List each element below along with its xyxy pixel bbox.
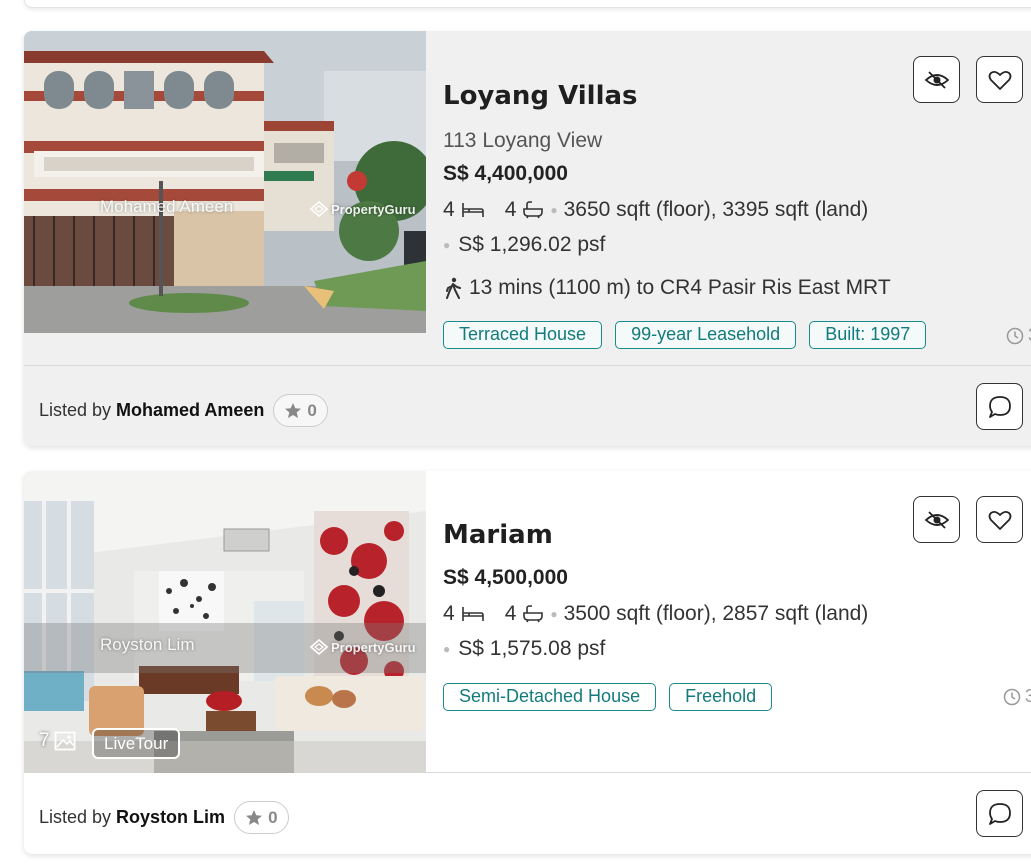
listing-price: S$ 4,400,000 <box>443 162 568 185</box>
listing-area: 3500 sqft (floor), 2857 sqft (land) <box>563 602 869 625</box>
propertyguru-logo-icon <box>310 201 328 217</box>
separator-dot: ● <box>550 203 558 217</box>
bedroom-count: 4 <box>443 198 455 221</box>
chat-button[interactable] <box>976 790 1023 837</box>
listing-agent: Listed by Royston Lim 0 <box>39 801 289 834</box>
propertyguru-logo-icon <box>310 639 328 655</box>
listing-agent: Listed by Mohamed Ameen 0 <box>39 394 328 427</box>
chat-bubble-icon <box>988 395 1011 418</box>
livetour-badge[interactable]: LiveTour <box>92 728 181 759</box>
listing-area: 3650 sqft (floor), 3395 sqft (land) <box>563 198 869 221</box>
hide-listing-button[interactable] <box>913 496 960 543</box>
favorite-button[interactable] <box>976 496 1023 543</box>
listing-photo[interactable]: Mohamed Ameen PropertyGuru <box>24 31 426 333</box>
listing-photo[interactable]: Royston Lim PropertyGuru 7 LiveTour <box>24 471 426 773</box>
listing-specs: 4 4 ● 3650 sqft (floor), 3395 sqft (land… <box>443 198 868 222</box>
photo-watermark-brand: PropertyGuru <box>310 639 416 655</box>
tag-tenure: Freehold <box>669 683 773 711</box>
image-icon <box>54 731 75 751</box>
agent-rating: 0 <box>234 801 289 834</box>
listing-psf: ● S$ 1,575.08 psf <box>443 637 605 661</box>
listing-card[interactable]: Mohamed Ameen PropertyGuru Loyang Villas… <box>24 31 1031 446</box>
agent-rating: 0 <box>273 394 328 427</box>
tag-built-year: Built: 1997 <box>809 321 927 349</box>
price-per-sqft: S$ 1,296.02 psf <box>458 233 606 256</box>
agent-name[interactable]: Royston Lim <box>116 807 225 828</box>
heart-icon <box>988 510 1011 530</box>
star-icon <box>285 403 302 418</box>
posted-time: 3h <box>1006 325 1031 346</box>
bathroom-count: 4 <box>504 198 517 221</box>
price-per-sqft: S$ 1,575.08 psf <box>458 637 606 660</box>
listing-main: Royston Lim PropertyGuru 7 LiveTour Mari… <box>24 471 1031 773</box>
photo-watermark-agent: Royston Lim <box>100 635 195 654</box>
tag-tenure: 99-year Leasehold <box>615 321 797 349</box>
photo-watermark-brand: PropertyGuru <box>310 201 416 217</box>
listing-specs: 4 4 ● 3500 sqft (floor), 2857 sqft (land… <box>443 602 868 626</box>
bedroom-count: 4 <box>443 602 455 625</box>
star-icon <box>246 810 263 825</box>
clock-icon <box>1003 688 1021 705</box>
listing-address: 113 Loyang View <box>443 129 603 152</box>
eye-slash-icon <box>924 510 949 529</box>
listing-tags: Semi-Detached House Freehold <box>443 683 773 711</box>
heart-icon <box>988 70 1011 90</box>
listing-footer: Listed by Royston Lim 0 <box>24 773 1031 853</box>
walking-person-icon <box>446 277 461 299</box>
photo-count[interactable]: 7 <box>39 730 76 752</box>
listed-by-label: Listed by <box>39 807 112 827</box>
bed-icon <box>461 203 484 217</box>
listing-psf: ● S$ 1,296.02 psf <box>443 233 605 257</box>
listing-main: Mohamed Ameen PropertyGuru Loyang Villas… <box>24 31 1031 366</box>
favorite-button[interactable] <box>976 56 1023 103</box>
listing-title[interactable]: Mariam <box>443 520 553 550</box>
separator-dot: ● <box>550 607 558 621</box>
listing-price: S$ 4,500,000 <box>443 566 568 589</box>
listing-card[interactable]: Royston Lim PropertyGuru 7 LiveTour Mari… <box>24 471 1031 854</box>
chat-bubble-icon <box>988 802 1011 825</box>
chat-button[interactable] <box>976 383 1023 430</box>
listing-results: Mohamed Ameen PropertyGuru Loyang Villas… <box>0 0 1031 866</box>
tag-property-type: Semi-Detached House <box>443 683 657 711</box>
agent-name[interactable]: Mohamed Ameen <box>116 400 264 421</box>
bathtub-icon <box>523 605 544 623</box>
bed-icon <box>461 607 484 621</box>
bathtub-icon <box>523 201 544 219</box>
hide-listing-button[interactable] <box>913 56 960 103</box>
tag-property-type: Terraced House <box>443 321 603 349</box>
mrt-distance: 13 mins (1100 m) to CR4 Pasir Ris East M… <box>469 276 891 299</box>
listed-by-label: Listed by <box>39 400 112 420</box>
separator-dot: ● <box>443 642 451 656</box>
bathroom-count: 4 <box>504 602 517 625</box>
eye-slash-icon <box>924 70 949 89</box>
listing-mrt: 13 mins (1100 m) to CR4 Pasir Ris East M… <box>443 276 891 300</box>
listing-tags: Terraced House 99-year Leasehold Built: … <box>443 321 927 349</box>
previous-listing-card <box>24 0 1031 8</box>
clock-icon <box>1006 327 1024 344</box>
posted-time: 3w <box>1003 686 1031 707</box>
photo-watermark-agent: Mohamed Ameen <box>100 197 234 216</box>
separator-dot: ● <box>443 238 451 252</box>
listing-footer: Listed by Mohamed Ameen 0 <box>24 366 1031 445</box>
listing-title[interactable]: Loyang Villas <box>443 81 638 111</box>
